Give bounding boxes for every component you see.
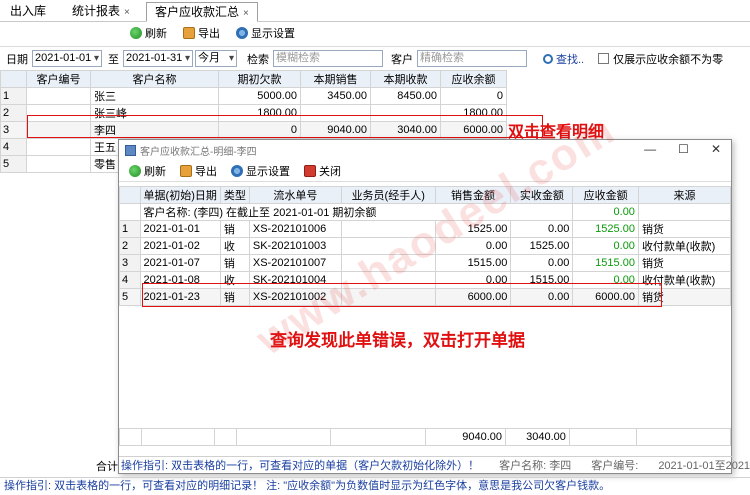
refresh-button[interactable]: 刷新	[130, 25, 167, 41]
col-customer-code[interactable]: 客户编号	[26, 70, 91, 88]
export-button[interactable]: 导出	[183, 25, 220, 41]
detail-header-row: 单据(初始)日期 类型 流水单号 业务员(经手人) 销售金额 实收金额 应收金额…	[119, 186, 732, 204]
highlight-box-row3	[27, 115, 543, 138]
date-label: 日期	[6, 53, 28, 66]
to-label: 至	[108, 53, 119, 66]
col-period-sales[interactable]: 本期销售	[300, 70, 371, 88]
tab-reports[interactable]: 统计报表 ×	[64, 2, 138, 22]
nonzero-checkbox[interactable]	[598, 53, 610, 64]
table-header-row: 客户编号 客户名称 期初欠款 本期销售 本期收款 应收余额	[0, 70, 507, 88]
col-receivable-amount[interactable]: 应收金额	[572, 186, 639, 204]
gear-icon	[236, 27, 248, 39]
customer-label: 客户	[391, 53, 413, 66]
export-icon	[180, 164, 192, 177]
table-row[interactable]: 2 2021-01-02 收 SK-202101003 0.00 1525.00…	[119, 237, 732, 255]
tab-customer-receivables[interactable]: 客户应收款汇总 ×	[146, 2, 258, 22]
dialog-titlebar[interactable]: 客户应收款汇总-明细-李四 — ☐ ✕	[119, 140, 731, 160]
maximize-icon[interactable]: ☐	[678, 142, 689, 156]
gear-icon	[231, 164, 243, 177]
display-settings-button[interactable]: 显示设置	[236, 25, 295, 41]
dialog-title: 客户应收款汇总-明细-李四	[140, 146, 257, 158]
dialog-hint: 操作指引: 双击表格的一行，可查看对应的单据（客户欠款初始化除外）！	[121, 460, 480, 472]
status-bar: 操作指引: 双击表格的一行，可查看对应的明细记录！ 注: "应收余额"为负数值时…	[0, 477, 750, 495]
col-salesperson[interactable]: 业务员(经手人)	[340, 186, 436, 204]
nonzero-checkbox-label: 仅展示应收余额不为零	[613, 53, 724, 66]
opening-balance-value: 0.00	[572, 203, 639, 221]
col-received-amount[interactable]: 实收金额	[510, 186, 574, 204]
highlight-box-detail-row5	[142, 283, 662, 307]
tab-close-icon[interactable]: ×	[124, 7, 130, 18]
detail-sum-row: 9040.00 3040.00	[119, 428, 731, 446]
dialog-settings-button[interactable]: 显示设置	[231, 163, 290, 179]
find-button[interactable]: 查找..	[556, 51, 584, 67]
col-source[interactable]: 来源	[637, 186, 732, 204]
date-from-input[interactable]: 2021-01-01	[32, 50, 102, 67]
tab-inout[interactable]: 出入库	[2, 2, 54, 22]
period-select[interactable]: 今月	[195, 50, 237, 67]
footer-date-range: 2021-01-01至2021-01-31	[658, 460, 750, 472]
refresh-icon	[130, 27, 142, 39]
col-doc-date[interactable]: 单据(初始)日期	[139, 186, 221, 204]
col-sales-amount[interactable]: 销售金额	[434, 186, 512, 204]
dialog-footer: 操作指引: 双击表格的一行，可查看对应的单据（客户欠款初始化除外）！ 客户名称:…	[119, 456, 750, 473]
minimize-icon[interactable]: —	[644, 142, 656, 156]
app-icon	[125, 144, 136, 156]
search-label: 检索	[247, 53, 269, 66]
export-icon	[183, 27, 195, 39]
col-customer-name[interactable]: 客户名称	[90, 70, 219, 88]
table-row[interactable]: 1 2021-01-01 销 XS-202101006 1525.00 0.00…	[119, 220, 732, 238]
footer-customer-code: 客户编号:	[591, 460, 639, 472]
col-opening-debt[interactable]: 期初欠款	[218, 70, 301, 88]
col-type[interactable]: 类型	[219, 186, 250, 204]
filter-bar: 日期 2021-01-01 至 2021-01-31 今月 检索 模糊检索 客户…	[0, 46, 750, 70]
opening-balance-text: 客户名称: (李四) 在截止至 2021-01-01 期初余额	[139, 203, 574, 221]
search-input[interactable]: 模糊检索	[273, 50, 383, 67]
close-icon	[304, 164, 316, 177]
dialog-close-button[interactable]: 关闭	[304, 163, 341, 179]
sum-received: 3040.00	[504, 428, 570, 446]
footer-customer-name: 客户名称: 李四	[499, 460, 572, 472]
search-icon	[543, 53, 553, 64]
dialog-export-button[interactable]: 导出	[180, 163, 217, 179]
table-row[interactable]: 3 2021-01-07 销 XS-202101007 1515.00 0.00…	[119, 254, 732, 272]
date-to-input[interactable]: 2021-01-31	[123, 50, 193, 67]
col-period-received[interactable]: 本期收款	[370, 70, 441, 88]
close-icon[interactable]: ✕	[711, 142, 721, 156]
annotation-wrong-doc: 查询发现此单错误，双击打开单据	[270, 331, 525, 351]
col-serial-no[interactable]: 流水单号	[248, 186, 342, 204]
table-row[interactable]: 1 张三 5000.00 3450.00 8450.00 0	[0, 87, 507, 105]
dialog-refresh-button[interactable]: 刷新	[129, 163, 166, 179]
col-receivable-balance[interactable]: 应收余额	[440, 70, 507, 88]
tab-close-icon[interactable]: ×	[243, 8, 249, 19]
tab-bar: 出入库 统计报表 × 客户应收款汇总 ×	[0, 0, 750, 22]
dialog-toolbar: 刷新 导出 显示设置 关闭	[119, 160, 731, 182]
refresh-icon	[129, 164, 141, 177]
total-label: 合计	[96, 461, 118, 473]
opening-balance-row: 客户名称: (李四) 在截止至 2021-01-01 期初余额 0.00	[119, 203, 732, 221]
detail-sum-table: 9040.00 3040.00	[119, 428, 731, 446]
main-toolbar: 刷新 导出 显示设置	[130, 23, 295, 43]
sum-sales: 9040.00	[425, 428, 506, 446]
customer-input[interactable]: 精确检索	[417, 50, 527, 67]
